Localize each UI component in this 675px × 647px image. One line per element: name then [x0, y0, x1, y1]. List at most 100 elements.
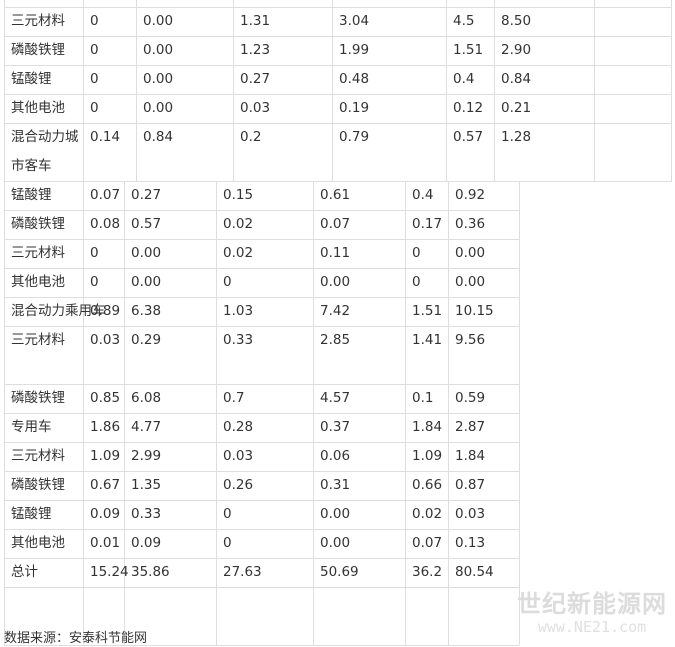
value-cell: 0.01: [90, 535, 121, 551]
value-cell: 0.15: [223, 187, 254, 203]
value-cell: 0.4: [453, 71, 475, 87]
row-label-cell: 其他电池: [11, 100, 65, 116]
value-cell: 1.84: [455, 448, 486, 464]
row-label-cell: 磷酸铁锂: [11, 390, 65, 406]
value-cell: 0.27: [240, 71, 271, 87]
value-cell: 0.1: [412, 390, 434, 406]
value-cell: 0.12: [453, 100, 484, 116]
value-cell: 0.92: [455, 187, 486, 203]
value-cell: 4.57: [320, 390, 351, 406]
value-cell: 0.00: [143, 71, 174, 87]
value-cell: 0.26: [223, 477, 254, 493]
value-cell: 0.59: [455, 390, 486, 406]
value-cell: 0.07: [412, 535, 443, 551]
value-cell: 0: [223, 274, 232, 290]
value-cell: 2.90: [501, 42, 532, 58]
value-cell: 1.41: [412, 332, 443, 348]
value-cell: 10.15: [455, 303, 494, 319]
value-cell: 1.86: [90, 419, 121, 435]
table-gridline: [216, 181, 217, 645]
table-gridline: [136, 0, 137, 181]
value-cell: 0.33: [223, 332, 254, 348]
table-gridline: [519, 181, 520, 645]
value-cell: 0.67: [90, 477, 121, 493]
value-cell: 0.00: [131, 274, 162, 290]
value-cell: 0: [90, 13, 99, 29]
value-cell: 36.2: [412, 564, 443, 580]
value-cell: 3.04: [339, 13, 370, 29]
value-cell: 6.08: [131, 390, 162, 406]
value-cell: 0.03: [90, 332, 121, 348]
watermark-url: www.NE21.com: [537, 618, 647, 636]
value-cell: 0.85: [90, 390, 121, 406]
value-cell: 0.00: [320, 274, 351, 290]
value-cell: 1.28: [501, 129, 532, 145]
value-cell: 1.09: [412, 448, 443, 464]
value-cell: 80.54: [455, 564, 494, 580]
value-cell: 0.03: [455, 506, 486, 522]
value-cell: 8.50: [501, 13, 532, 29]
value-cell: 0.02: [223, 216, 254, 232]
row-label-cell: 三元材料: [11, 13, 65, 29]
value-cell: 7.42: [320, 303, 351, 319]
value-cell: 0.00: [143, 13, 174, 29]
value-cell: 0.14: [90, 129, 121, 145]
value-cell: 0.13: [455, 535, 486, 551]
value-cell: 0.84: [143, 129, 174, 145]
row-label-cell: 其他电池: [11, 274, 65, 290]
value-cell: 0.87: [455, 477, 486, 493]
value-cell: 0.00: [143, 42, 174, 58]
value-cell: 0.09: [90, 506, 121, 522]
row-label-cell: 其他电池: [11, 535, 65, 551]
value-cell: 0.06: [320, 448, 351, 464]
row-label-cell: 磷酸铁锂: [11, 477, 65, 493]
value-cell: 0.02: [412, 506, 443, 522]
value-cell: 0.36: [455, 216, 486, 232]
table-gridline: [332, 0, 333, 181]
table-gridline: [594, 0, 595, 181]
value-cell: 0.00: [320, 506, 351, 522]
value-cell: 4.77: [131, 419, 162, 435]
value-cell: 0.21: [501, 100, 532, 116]
value-cell: 4.5: [453, 13, 475, 29]
value-cell: 0.57: [453, 129, 484, 145]
value-cell: 1.09: [90, 448, 121, 464]
table-gridline: [4, 181, 5, 645]
value-cell: 0: [412, 274, 421, 290]
value-cell: 1.51: [453, 42, 484, 58]
table-gridline: [233, 0, 234, 181]
value-cell: 0.03: [240, 100, 271, 116]
value-cell: 0.29: [131, 332, 162, 348]
value-cell: 6.38: [131, 303, 162, 319]
value-cell: 35.86: [131, 564, 170, 580]
value-cell: 0.89: [90, 303, 121, 319]
value-cell: 1.31: [240, 13, 271, 29]
value-cell: 1.35: [131, 477, 162, 493]
row-label-cell: 混合动力乘用车: [11, 303, 106, 319]
table-gridline: [671, 0, 672, 181]
value-cell: 0.48: [339, 71, 370, 87]
table-gridline: [83, 0, 84, 181]
value-cell: 0.11: [320, 245, 351, 261]
row-label-cell: 三元材料: [11, 245, 65, 261]
value-cell: 0: [412, 245, 421, 261]
value-cell: 0.37: [320, 419, 351, 435]
value-cell: 2.85: [320, 332, 351, 348]
row-label-cell: 三元材料: [11, 448, 65, 464]
value-cell: 0: [223, 535, 232, 551]
value-cell: 0.4: [412, 187, 434, 203]
value-cell: 0.07: [320, 216, 351, 232]
table-gridline: [448, 181, 449, 645]
value-cell: 0.00: [131, 245, 162, 261]
value-cell: 0.31: [320, 477, 351, 493]
table-gridline: [494, 0, 495, 181]
value-cell: 9.56: [455, 332, 486, 348]
value-cell: 0.2: [240, 129, 262, 145]
value-cell: 0.57: [131, 216, 162, 232]
table-gridline: [405, 181, 406, 645]
source-note: 数据来源：安泰科节能网: [4, 631, 148, 646]
row-label-cell: 锰酸锂: [11, 187, 52, 203]
row-label-cell: 锰酸锂: [11, 71, 52, 87]
value-cell: 1.51: [412, 303, 443, 319]
value-cell: 0.61: [320, 187, 351, 203]
